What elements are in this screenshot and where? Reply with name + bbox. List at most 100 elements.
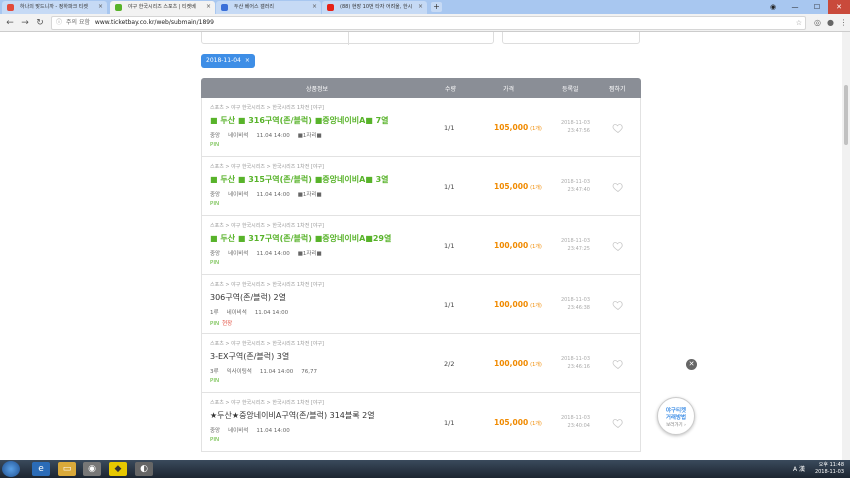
- register-date: 2018-11-03 23:47:25: [558, 237, 590, 253]
- price-value: 105,000: [494, 418, 529, 427]
- tab-close-icon[interactable]: ×: [418, 3, 423, 10]
- app-icon[interactable]: ◐: [135, 462, 153, 476]
- price-unit: (1개): [530, 244, 542, 250]
- listing-title[interactable]: 3-EX구역(존/블럭) 3열: [210, 351, 289, 362]
- user-icon[interactable]: ◉: [762, 0, 784, 14]
- heart-icon[interactable]: [612, 299, 624, 311]
- tab-label: 야구 한국시리즈 스포츠 | 티켓베: [128, 4, 196, 10]
- price: 105,000 (1개): [494, 182, 542, 191]
- clock[interactable]: 오후 11:48 2018-11-03: [815, 462, 844, 476]
- listing-tags: PIN: [210, 260, 219, 266]
- heart-icon[interactable]: [612, 358, 624, 370]
- listing-title[interactable]: ★두산★중앙네이비A구역(존/블럭) 314블록 2열: [210, 410, 375, 421]
- kakaotalk-icon[interactable]: ◆: [109, 462, 127, 476]
- floater-line1: 야구티켓: [665, 408, 687, 414]
- info-icon[interactable]: ⓘ: [56, 17, 62, 29]
- extension-icon[interactable]: ◎: [812, 17, 823, 28]
- reload-icon[interactable]: ↻: [34, 17, 46, 29]
- breadcrumb[interactable]: 스포츠 > 야구 한국시리즈 > 한국시리즈 1차전 [야구]: [210, 340, 324, 347]
- start-button[interactable]: [2, 461, 20, 477]
- table-row[interactable]: 스포츠 > 야구 한국시리즈 > 한국시리즈 1차전 [야구] ■ 두산 ■ 31…: [201, 216, 641, 275]
- heart-icon[interactable]: [612, 181, 624, 193]
- tab-close-icon[interactable]: ×: [312, 3, 317, 10]
- minimize-button[interactable]: —: [784, 0, 806, 14]
- ime-indicator[interactable]: A 漢: [793, 464, 805, 473]
- quantity: 1/1: [444, 242, 455, 250]
- floater-close-icon[interactable]: ✕: [686, 359, 697, 370]
- breadcrumb[interactable]: 스포츠 > 야구 한국시리즈 > 한국시리즈 1차전 [야구]: [210, 281, 324, 288]
- register-date: 2018-11-03 23:47:40: [558, 178, 590, 194]
- table-row[interactable]: 스포츠 > 야구 한국시리즈 > 한국시리즈 1차전 [야구] ■ 두산 ■ 31…: [201, 157, 641, 216]
- date-filter-chip[interactable]: 2018-11-04 ×: [201, 54, 255, 68]
- back-icon[interactable]: ←: [4, 17, 16, 29]
- meta-item: 11.04 14:00: [256, 251, 290, 257]
- close-button[interactable]: ✕: [828, 0, 850, 14]
- heart-icon[interactable]: [612, 122, 624, 134]
- quantity: 1/1: [444, 419, 455, 427]
- listing-title[interactable]: ■ 두산 ■ 316구역(존/블럭) ■중앙네이비A■ 7열: [210, 115, 389, 126]
- ie-icon[interactable]: e: [32, 462, 50, 476]
- price-value: 100,000: [494, 300, 529, 309]
- price-value: 100,000: [494, 359, 529, 368]
- new-tab-button[interactable]: +: [431, 2, 442, 12]
- meta-item: 중앙: [210, 133, 221, 139]
- scrollbar-thumb[interactable]: [844, 85, 848, 145]
- breadcrumb[interactable]: 스포츠 > 야구 한국시리즈 > 한국시리즈 1차전 [야구]: [210, 222, 324, 229]
- browser-tab[interactable]: 하나의 맞드니까 - 정하파크 티켓 ×: [2, 1, 107, 14]
- breadcrumb[interactable]: 스포츠 > 야구 한국시리즈 > 한국시리즈 1차전 [야구]: [210, 104, 324, 111]
- tab-close-icon[interactable]: ×: [98, 3, 103, 10]
- tag-badge: PIN: [210, 260, 220, 266]
- forward-icon[interactable]: →: [19, 17, 31, 29]
- tab-close-icon[interactable]: ×: [206, 3, 211, 10]
- table-row[interactable]: 스포츠 > 야구 한국시리즈 > 한국시리즈 1차전 [야구] 3-EX구역(존/…: [201, 334, 641, 393]
- profile-icon[interactable]: ●: [825, 17, 836, 28]
- register-date: 2018-11-03 23:47:56: [558, 119, 590, 135]
- meta-item: ■1자리■: [297, 251, 322, 257]
- page-content: 2018-11-04 × 상품정보 수량 가격 등록일 찜하기 스포츠 > 야구 …: [0, 32, 850, 460]
- time-value: 23:40:04: [567, 423, 590, 429]
- price: 100,000 (1개): [494, 300, 542, 309]
- browser-tab[interactable]: (88) 현장 10번 타자 어려울, 한시 ×: [322, 1, 427, 14]
- favicon-icon: [221, 4, 228, 11]
- trade-guide-bubble[interactable]: 야구티켓 거래방법 보러가기 ›: [657, 397, 695, 435]
- maximize-button[interactable]: ☐: [806, 0, 828, 14]
- tag-badge: PIN: [210, 321, 220, 327]
- url-text: www.ticketbay.co.kr/web/submain/1899: [94, 19, 214, 26]
- quantity: 1/1: [444, 301, 455, 309]
- tag-badge: PIN: [210, 201, 220, 207]
- security-label: 주의 요함: [66, 19, 90, 26]
- tag-badge: PIN: [210, 437, 220, 443]
- summary-card-right: [502, 32, 640, 44]
- table-row[interactable]: 스포츠 > 야구 한국시리즈 > 한국시리즈 1차전 [야구] ■ 두산 ■ 31…: [201, 98, 641, 157]
- table-row[interactable]: 스포츠 > 야구 한국시리즈 > 한국시리즈 1차전 [야구] 306구역(존/블…: [201, 275, 641, 334]
- bookmark-star-icon[interactable]: ☆: [796, 17, 802, 29]
- folder-icon[interactable]: ▭: [58, 462, 76, 476]
- browser-tab[interactable]: 야구 한국시리즈 스포츠 | 티켓베 ×: [110, 1, 215, 14]
- listing-title[interactable]: ■ 두산 ■ 317구역(존/블럭) ■중앙네이비A■29열: [210, 233, 391, 244]
- breadcrumb[interactable]: 스포츠 > 야구 한국시리즈 > 한국시리즈 1차전 [야구]: [210, 399, 324, 406]
- listing-tags: PIN: [210, 437, 219, 443]
- listing-meta: 중앙 네이비석 11.04 14:00: [210, 426, 298, 434]
- date-value: 2018-11-03: [560, 120, 590, 126]
- listing-meta: 중앙 네이비석 11.04 14:00 ■1자리■: [210, 249, 330, 257]
- listing-title[interactable]: 306구역(존/블럭) 2열: [210, 292, 286, 303]
- quantity: 2/2: [444, 360, 455, 368]
- price-unit: (1개): [530, 421, 542, 427]
- chrome-icon[interactable]: ◉: [83, 462, 101, 476]
- breadcrumb[interactable]: 스포츠 > 야구 한국시리즈 > 한국시리즈 1차전 [야구]: [210, 163, 324, 170]
- meta-item: 11.04 14:00: [256, 192, 290, 198]
- close-icon[interactable]: ×: [245, 57, 250, 64]
- heart-icon[interactable]: [612, 240, 624, 252]
- browser-tab[interactable]: 두산 베어스 갤러리 ×: [216, 1, 321, 14]
- price: 105,000 (1개): [494, 418, 542, 427]
- meta-item: 1루: [210, 310, 219, 316]
- heart-icon[interactable]: [612, 417, 624, 429]
- date-value: 2018-11-03: [560, 356, 590, 362]
- table-row[interactable]: 스포츠 > 야구 한국시리즈 > 한국시리즈 1차전 [야구] ★두산★중앙네이비…: [201, 393, 641, 452]
- address-bar[interactable]: ⓘ 주의 요함 www.ticketbay.co.kr/web/submain/…: [51, 16, 806, 30]
- menu-icon[interactable]: ⋮: [838, 17, 849, 28]
- listing-title[interactable]: ■ 두산 ■ 315구역(존/블럭) ■중앙네이비A■ 3열: [210, 174, 389, 185]
- meta-item: ■1자리■: [297, 192, 322, 198]
- clock-date: 2018-11-03: [814, 469, 844, 475]
- register-date: 2018-11-03 23:46:38: [558, 296, 590, 312]
